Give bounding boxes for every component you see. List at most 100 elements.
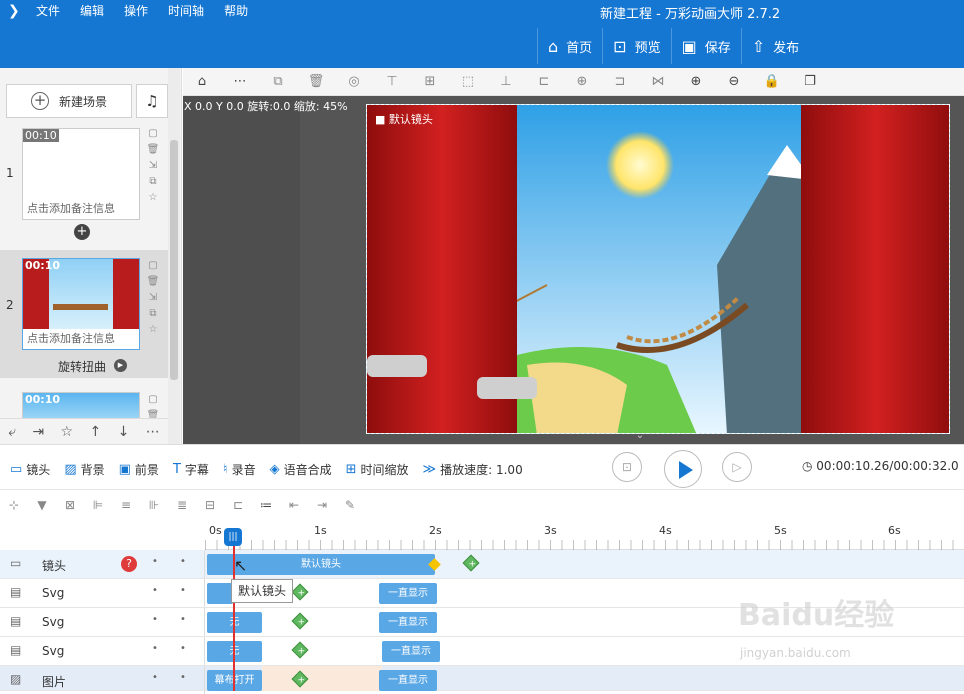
scene-note[interactable]: 点击添加备注信息 — [23, 329, 139, 349]
move-right-icon[interactable]: ⇥ — [308, 498, 336, 512]
distribute-icon[interactable]: ≣ — [168, 498, 196, 512]
menu-help[interactable]: 帮助 — [224, 2, 248, 19]
trash-icon[interactable]: 🗑 — [297, 74, 335, 89]
move-down-icon[interactable]: ↓ — [118, 424, 130, 440]
lock-dot[interactable]: • — [180, 672, 186, 683]
menu-operate[interactable]: 操作 — [124, 2, 148, 19]
group-icon[interactable]: ⧉ — [259, 74, 297, 89]
move-up-icon[interactable]: ↑ — [90, 424, 102, 440]
play-button[interactable] — [664, 450, 702, 488]
export-icon[interactable]: ⇲ — [146, 158, 160, 174]
distribute-icon[interactable]: ⬚ — [449, 74, 487, 89]
favorite-icon[interactable]: ☆ — [61, 424, 74, 440]
scene-thumbnail[interactable]: 00:10 点击添加备注信息 — [22, 128, 140, 220]
always-show-block[interactable]: 一直显示 — [379, 583, 437, 604]
scene-item-3[interactable]: 00:10 ▢ 🗑 — [0, 386, 168, 421]
scene-item-2[interactable]: 2 00:10 点击添加备注信息 ▢ 🗑 ⇲ ⧉ ☆ 旋转扭曲 ▶ — [0, 250, 168, 378]
lock-dot[interactable]: • — [180, 556, 186, 567]
add-keyframe-icon[interactable]: + — [291, 583, 309, 601]
visible-dot[interactable]: • — [152, 672, 158, 683]
track-camera[interactable]: ▭ 镜头 ? • • 默认镜头 + — [0, 550, 964, 579]
lock-dot[interactable]: • — [180, 614, 186, 625]
menu-timeline[interactable]: 时间轴 — [168, 2, 204, 19]
scene-thumbnail[interactable]: 00:10 点击添加备注信息 — [22, 258, 140, 350]
background-tool[interactable]: ▨ 背景 — [64, 461, 104, 478]
align-top-icon[interactable]: ⊤ — [373, 74, 411, 89]
add-scene-icon[interactable]: + — [74, 224, 90, 240]
export-scene-icon[interactable]: ⇥ — [32, 424, 44, 440]
visible-dot[interactable]: • — [152, 556, 158, 567]
target-icon[interactable]: ⊹ — [0, 498, 28, 512]
stage-canvas[interactable]: ■ 默认镜头 — [366, 104, 950, 434]
copy-icon[interactable]: ▢ — [146, 392, 160, 408]
playhead[interactable] — [233, 528, 235, 691]
add-keyframe-icon[interactable]: + — [462, 554, 480, 572]
always-show-block[interactable]: 一直显示 — [382, 641, 440, 662]
timeline-block[interactable] — [207, 583, 233, 604]
align-bottom-icon[interactable]: ⊥ — [487, 74, 525, 89]
menu-edit[interactable]: 编辑 — [80, 2, 104, 19]
help-icon[interactable]: ? — [121, 556, 137, 572]
distribute-h-icon[interactable]: ⋈ — [639, 74, 677, 89]
lock-dot[interactable]: • — [180, 585, 186, 596]
merge-icon[interactable]: ⧉ — [146, 306, 160, 322]
timeline-ruler[interactable]: 0s 1s 2s 3s 4s 5s 6s — [205, 520, 964, 550]
copy-icon[interactable]: ▢ — [146, 126, 160, 142]
new-scene-button[interactable]: + 新建场景 — [6, 84, 132, 118]
delete-icon[interactable]: 🗑 — [146, 142, 160, 158]
always-show-block[interactable]: 一直显示 — [379, 670, 437, 691]
play-transition-icon[interactable]: ▶ — [114, 359, 127, 372]
home-icon[interactable]: ⌂ — [183, 74, 221, 89]
zoom-in-icon[interactable]: ⊕ — [677, 74, 715, 89]
export-icon[interactable]: ⇲ — [146, 290, 160, 306]
copy-icon[interactable]: ❐ — [791, 74, 829, 89]
lock-icon[interactable]: 🔒 — [753, 74, 791, 89]
track-image[interactable]: ▨ 图片 • • 幕布打开 + 一直显示 — [0, 666, 964, 694]
lock-dot[interactable]: • — [180, 643, 186, 654]
add-keyframe-icon[interactable]: + — [291, 641, 309, 659]
split-icon[interactable]: ⊏ — [224, 498, 252, 512]
visible-dot[interactable]: • — [152, 614, 158, 625]
align-left-icon[interactable]: ⊏ — [525, 74, 563, 89]
menu-file[interactable]: 文件 — [36, 2, 60, 19]
camera-tool[interactable]: ▭ 镜头 — [10, 461, 50, 478]
align-icon[interactable]: ≡ — [112, 498, 140, 512]
align-left-icon[interactable]: ⊫ — [84, 498, 112, 512]
move-left-icon[interactable]: ⇤ — [280, 498, 308, 512]
music-button[interactable]: ♫ — [136, 84, 168, 118]
playhead-handle[interactable]: ||| — [224, 528, 242, 546]
add-keyframe-icon[interactable]: + — [291, 612, 309, 630]
time-scale-tool[interactable]: ⊞ 时间缩放 — [346, 461, 409, 478]
transition-label[interactable]: 旋转扭曲 — [58, 358, 106, 375]
delete-icon[interactable]: 🗑 — [146, 274, 160, 290]
star-icon[interactable]: ☆ — [146, 190, 160, 206]
preview-frame-button[interactable]: ⊡ — [612, 452, 642, 482]
visible-dot[interactable]: • — [152, 585, 158, 596]
zoom-out-icon[interactable]: ⊖ — [715, 74, 753, 89]
foreground-tool[interactable]: ▣ 前景 — [119, 461, 159, 478]
play-scene-button[interactable]: ▷ — [722, 452, 752, 482]
home-button[interactable]: ⌂ 首页 — [537, 28, 602, 64]
arrange-icon[interactable]: ≔ — [252, 498, 280, 512]
clear-filter-icon[interactable]: ⊠ — [56, 498, 84, 512]
tts-tool[interactable]: ◈ 语音合成 — [270, 461, 332, 478]
stack-icon[interactable]: ⊟ — [196, 498, 224, 512]
always-show-block[interactable]: 一直显示 — [379, 612, 437, 633]
star-icon[interactable]: ☆ — [146, 322, 160, 338]
save-button[interactable]: ▣ 保存 — [670, 28, 741, 64]
align-right-icon[interactable]: ⊐ — [601, 74, 639, 89]
scene-note[interactable]: 点击添加备注信息 — [23, 199, 139, 219]
copy-icon[interactable]: ▢ — [146, 258, 160, 274]
align-right-icon[interactable]: ⊪ — [140, 498, 168, 512]
scene-item-1[interactable]: 1 00:10 点击添加备注信息 ▢ 🗑 ⇲ ⧉ ☆ + — [0, 126, 168, 248]
scene-thumbnail[interactable]: 00:10 — [22, 392, 140, 420]
collapse-chevron-icon[interactable]: ⌄ — [620, 430, 660, 444]
subtitle-tool[interactable]: T 字幕 — [173, 461, 209, 478]
visible-dot[interactable]: • — [152, 643, 158, 654]
merge-icon[interactable]: ⧉ — [146, 174, 160, 190]
preview-button[interactable]: ⊡ 预览 — [602, 28, 670, 64]
record-tool[interactable]: ♮ 录音 — [223, 461, 256, 478]
edit-icon[interactable]: ✎ — [336, 498, 364, 512]
align-center-icon[interactable]: ⊕ — [563, 74, 601, 89]
lock-layer-icon[interactable]: ◎ — [335, 74, 373, 89]
